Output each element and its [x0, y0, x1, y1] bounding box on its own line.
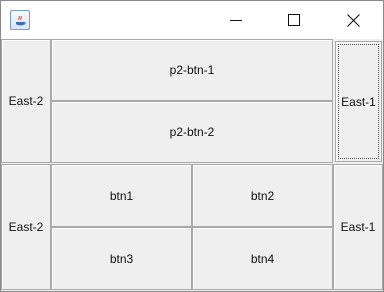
btn1-button[interactable]: btn1	[51, 164, 192, 227]
title-bar[interactable]	[1, 1, 383, 39]
btn4-button[interactable]: btn4	[192, 227, 333, 290]
content-pane: East-2 p2-btn-1 p2-btn-2 East-1 East-2 b…	[1, 39, 383, 291]
close-icon	[346, 13, 360, 27]
maximize-button[interactable]	[265, 1, 323, 39]
btn3-button[interactable]: btn3	[51, 227, 192, 290]
minimize-button[interactable]	[207, 1, 265, 39]
top-west-button[interactable]: East-2	[1, 39, 51, 163]
maximize-icon	[288, 14, 300, 26]
app-window: East-2 p2-btn-1 p2-btn-2 East-1 East-2 b…	[0, 0, 384, 292]
p2-btn-1-button[interactable]: p2-btn-1	[51, 39, 333, 101]
close-button[interactable]	[323, 1, 383, 39]
java-app-icon	[10, 10, 30, 30]
minimize-icon	[230, 20, 242, 21]
btn2-button[interactable]: btn2	[192, 164, 333, 227]
top-east-button[interactable]: East-1	[335, 41, 382, 162]
bottom-east-button[interactable]: East-1	[333, 164, 383, 290]
p2-btn-2-button[interactable]: p2-btn-2	[51, 101, 333, 163]
bottom-west-button[interactable]: East-2	[1, 164, 51, 290]
